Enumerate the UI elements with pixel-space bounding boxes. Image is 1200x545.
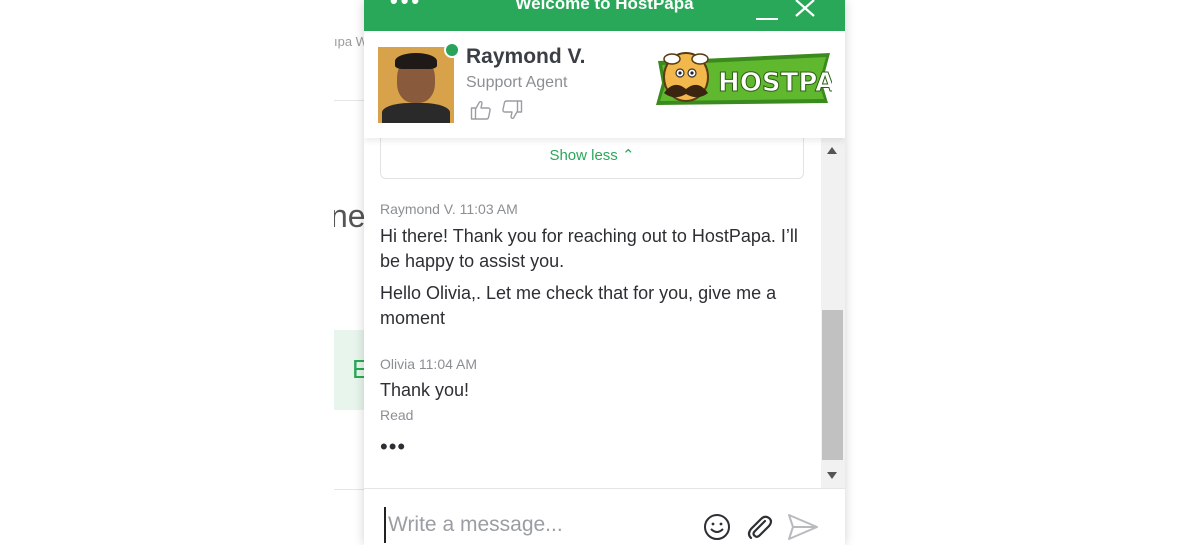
- hostpapa-logo: HOSTPAPA: [650, 47, 845, 117]
- minimize-button[interactable]: [756, 8, 778, 20]
- rate-good-button[interactable]: [470, 99, 492, 121]
- logo-wordmark: HOSTPAPA: [718, 68, 832, 98]
- send-icon: [788, 514, 818, 540]
- message-composer: [364, 488, 845, 545]
- message-list: Show less ⌃ Raymond V. 11:03 AM Hi there…: [364, 138, 845, 488]
- chat-widget: ••• Welcome to HostPapa Raymond V. Suppo…: [364, 0, 845, 545]
- message-scrollbar[interactable]: [821, 138, 845, 488]
- message-meta: Olivia 11:04 AM: [380, 356, 478, 372]
- show-less-link[interactable]: Show less ⌃: [381, 146, 803, 164]
- message-text: Hi there! Thank you for reaching out to …: [380, 226, 798, 271]
- online-status-indicator: [444, 42, 460, 58]
- avatar: [378, 47, 454, 123]
- avatar-shirt: [382, 103, 450, 123]
- emoji-button[interactable]: [702, 512, 732, 542]
- message-text: Thank you!: [380, 380, 470, 400]
- agent-role: Support Agent: [466, 74, 568, 91]
- info-card: Show less ⌃: [380, 138, 804, 179]
- message-meta: Raymond V. 11:03 AM: [380, 201, 518, 217]
- close-icon: [795, 0, 815, 17]
- rate-bad-button[interactable]: [501, 99, 523, 121]
- scroll-down-arrow-icon[interactable]: [827, 472, 837, 479]
- thumbs-down-icon: [502, 100, 523, 120]
- logo-graphic: HOSTPAPA: [656, 52, 845, 105]
- paperclip-icon: [747, 515, 773, 540]
- agent-name: Raymond V.: [466, 45, 586, 68]
- background-breadcrumb: ıpa W: [334, 34, 368, 49]
- scroll-up-arrow-icon[interactable]: [827, 147, 837, 154]
- emoji-icon: [704, 514, 730, 540]
- message-text: Hello Olivia,. Let me check that for you…: [380, 283, 777, 328]
- close-button[interactable]: [794, 0, 816, 18]
- message-input[interactable]: [384, 507, 700, 543]
- chat-titlebar: ••• Welcome to HostPapa: [364, 0, 845, 31]
- agent-header: Raymond V. Support Agent HOSTPA: [364, 31, 845, 138]
- send-button[interactable]: [787, 512, 818, 542]
- attach-file-button[interactable]: [744, 512, 774, 542]
- typing-indicator: •••: [380, 434, 407, 459]
- read-receipt: Read: [380, 407, 414, 423]
- screen: ıpa W ne. E ••• Welcome to HostPapa Raym…: [0, 0, 1200, 545]
- scrollbar-thumb[interactable]: [822, 310, 843, 460]
- thumbs-up-icon: [470, 100, 491, 120]
- avatar-hair: [395, 53, 437, 69]
